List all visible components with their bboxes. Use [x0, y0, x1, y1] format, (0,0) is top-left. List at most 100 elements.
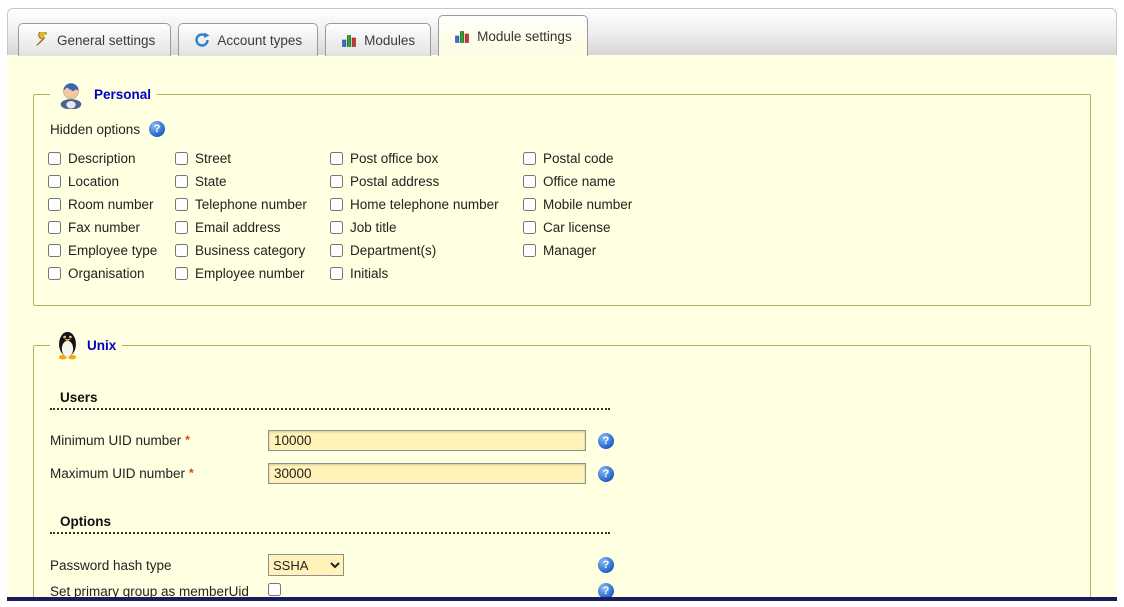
- hidden-option[interactable]: Office name: [523, 174, 743, 189]
- tab-general-settings[interactable]: General settings: [18, 23, 171, 56]
- hidden-option[interactable]: Employee type: [48, 243, 175, 258]
- checkbox[interactable]: [48, 221, 61, 234]
- field-label: Maximum UID number*: [50, 466, 268, 481]
- checkbox[interactable]: [175, 152, 188, 165]
- hidden-option[interactable]: Employee number: [175, 266, 330, 281]
- person-icon: [56, 79, 86, 109]
- checkbox-label: Telephone number: [195, 197, 307, 212]
- checkbox[interactable]: [523, 198, 536, 211]
- hidden-option[interactable]: Fax number: [48, 220, 175, 235]
- checkbox-label: Initials: [350, 266, 388, 281]
- field-label: Minimum UID number*: [50, 433, 268, 448]
- hidden-option[interactable]: Home telephone number: [330, 197, 523, 212]
- checkbox[interactable]: [330, 152, 343, 165]
- checkbox-label: Manager: [543, 243, 596, 258]
- unix-legend: Unix: [50, 330, 122, 360]
- checkbox[interactable]: [175, 221, 188, 234]
- checkbox[interactable]: [48, 244, 61, 257]
- users-subheader: Users: [50, 390, 610, 410]
- hidden-option[interactable]: Email address: [175, 220, 330, 235]
- checkbox[interactable]: [330, 175, 343, 188]
- checkbox-label: Mobile number: [543, 197, 632, 212]
- hidden-option[interactable]: Mobile number: [523, 197, 743, 212]
- checkbox-label: Postal address: [350, 174, 439, 189]
- maximum-uid-input[interactable]: [268, 463, 586, 484]
- section-title: Personal: [94, 87, 151, 102]
- tab-module-settings[interactable]: Module settings: [438, 15, 588, 56]
- checkbox[interactable]: [523, 221, 536, 234]
- checkbox[interactable]: [175, 198, 188, 211]
- hidden-option[interactable]: Location: [48, 174, 175, 189]
- hidden-option[interactable]: Car license: [523, 220, 743, 235]
- tab-modules[interactable]: Modules: [325, 23, 431, 56]
- help-icon[interactable]: ?: [598, 557, 614, 573]
- checkbox[interactable]: [330, 244, 343, 257]
- checkbox[interactable]: [48, 175, 61, 188]
- hidden-options-label: Hidden options: [50, 122, 140, 137]
- hidden-option[interactable]: Postal address: [330, 174, 523, 189]
- member-uid-checkbox[interactable]: [268, 583, 281, 596]
- tab-label: Module settings: [477, 29, 572, 44]
- hidden-option[interactable]: Telephone number: [175, 197, 330, 212]
- tab-label: Modules: [364, 33, 415, 48]
- checkbox[interactable]: [175, 175, 188, 188]
- hidden-option[interactable]: Post office box: [330, 151, 523, 166]
- module-settings-panel: Personal Hidden options ? Description St…: [7, 55, 1117, 601]
- required-marker: *: [185, 433, 190, 447]
- checkbox-label: Email address: [195, 220, 281, 235]
- checkbox[interactable]: [330, 198, 343, 211]
- hidden-option[interactable]: State: [175, 174, 330, 189]
- help-icon[interactable]: ?: [149, 121, 165, 137]
- checkbox[interactable]: [175, 244, 188, 257]
- checkbox[interactable]: [48, 152, 61, 165]
- hidden-option[interactable]: Street: [175, 151, 330, 166]
- form-row: Minimum UID number* ?: [50, 430, 1078, 451]
- help-icon[interactable]: ?: [598, 583, 614, 599]
- checkbox[interactable]: [48, 198, 61, 211]
- checkbox[interactable]: [523, 244, 536, 257]
- hidden-option[interactable]: Room number: [48, 197, 175, 212]
- checkbox[interactable]: [523, 175, 536, 188]
- password-hash-select[interactable]: SSHA: [268, 554, 344, 576]
- tux-penguin-icon: [56, 330, 79, 360]
- checkbox[interactable]: [330, 221, 343, 234]
- checkbox-label: Room number: [68, 197, 154, 212]
- checkbox[interactable]: [523, 152, 536, 165]
- account-types-icon: [194, 32, 210, 48]
- hidden-option[interactable]: Department(s): [330, 243, 523, 258]
- checkbox-label: Business category: [195, 243, 305, 258]
- hidden-option[interactable]: Manager: [523, 243, 743, 258]
- hidden-option[interactable]: Initials: [330, 266, 523, 281]
- help-icon[interactable]: ?: [598, 433, 614, 449]
- hidden-option[interactable]: Job title: [330, 220, 523, 235]
- hidden-option[interactable]: Organisation: [48, 266, 175, 281]
- checkbox-label: Job title: [350, 220, 397, 235]
- checkbox[interactable]: [175, 267, 188, 280]
- hidden-option[interactable]: Business category: [175, 243, 330, 258]
- help-icon[interactable]: ?: [598, 466, 614, 482]
- modules-icon: [454, 28, 470, 44]
- personal-legend: Personal: [50, 79, 157, 109]
- hidden-options-grid: Description Street Post office box Posta…: [48, 151, 1078, 281]
- page: General settings Account types Modules M…: [0, 0, 1124, 601]
- wrench-icon: [34, 32, 50, 48]
- hidden-options-row: Hidden options ?: [50, 121, 1078, 137]
- required-marker: *: [189, 466, 194, 480]
- checkbox[interactable]: [330, 267, 343, 280]
- field-label: Set primary group as memberUid: [50, 584, 268, 599]
- minimum-uid-input[interactable]: [268, 430, 586, 451]
- checkbox-label: Department(s): [350, 243, 436, 258]
- modules-icon: [341, 32, 357, 48]
- form-row: Set primary group as memberUid ?: [50, 583, 1078, 599]
- hidden-option[interactable]: Description: [48, 151, 175, 166]
- checkbox-label: Car license: [543, 220, 611, 235]
- checkbox[interactable]: [48, 267, 61, 280]
- checkbox-label: State: [195, 174, 227, 189]
- checkbox-label: Organisation: [68, 266, 145, 281]
- personal-section: Personal Hidden options ? Description St…: [33, 79, 1091, 306]
- tab-account-types[interactable]: Account types: [178, 23, 318, 56]
- tab-label: Account types: [217, 33, 302, 48]
- unix-section: Unix Users Minimum UID number* ? Maximum…: [33, 330, 1091, 601]
- hidden-option[interactable]: Postal code: [523, 151, 743, 166]
- section-title: Unix: [87, 338, 116, 353]
